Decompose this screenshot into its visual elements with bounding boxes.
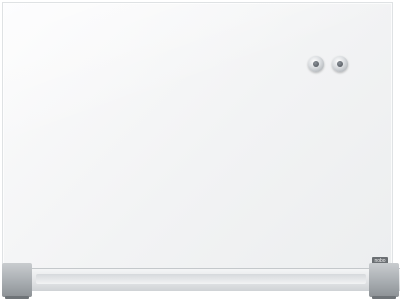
pen-tray-channel: [36, 274, 366, 284]
magnet-icon: [332, 56, 348, 72]
board-reflection: [3, 3, 392, 269]
right-foot-bracket: [369, 263, 399, 299]
magnet-icon: [308, 56, 324, 72]
left-foot-bracket: [2, 263, 32, 299]
glass-whiteboard: nobo: [2, 2, 393, 270]
pen-tray: [2, 268, 400, 291]
whiteboard-scene: nobo: [0, 0, 400, 300]
